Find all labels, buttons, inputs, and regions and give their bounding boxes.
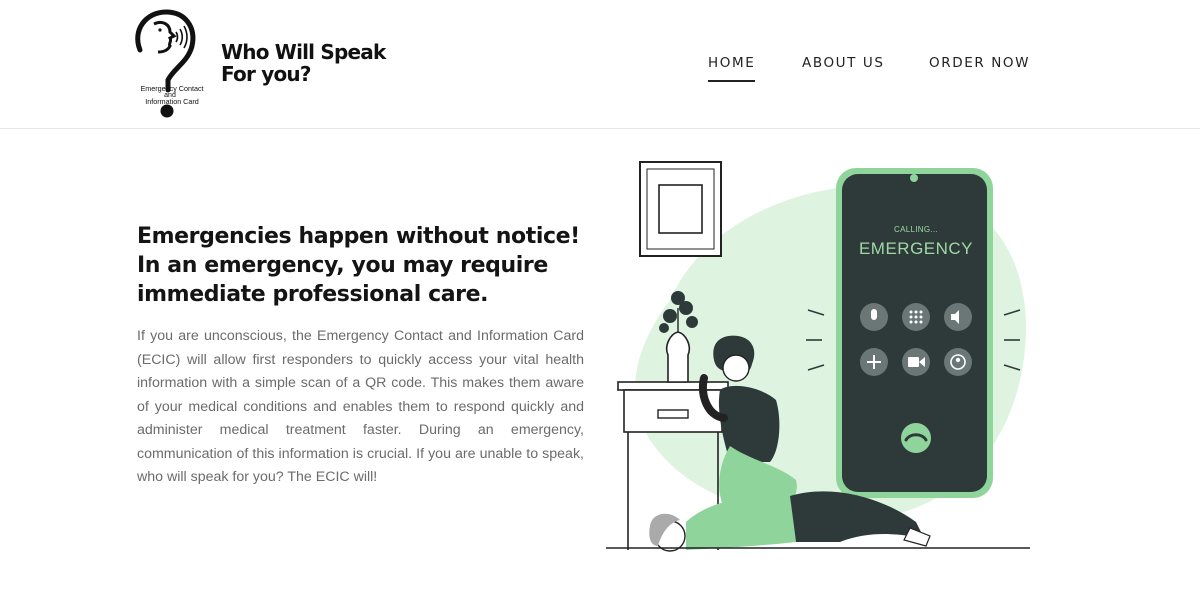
speaking-head-question-mark-icon: Emergency Contact and Information Card <box>135 9 204 118</box>
hero-body: If you are unconscious, the Emergency Co… <box>137 328 584 485</box>
smartphone: CALLING... EMERGENCY <box>836 168 993 498</box>
contact-icon <box>944 348 972 376</box>
nav-home[interactable]: HOME <box>708 55 756 82</box>
phone-caller-text: EMERGENCY <box>859 239 973 258</box>
phone-hangup-icon <box>901 423 931 453</box>
hero-heading: Emergencies happen without notice! In an… <box>137 224 580 307</box>
emergency-call-illustration: CALLING... EMERGENCY <box>600 150 1040 590</box>
add-call-icon <box>860 348 888 376</box>
nav-order-now[interactable]: ORDER NOW <box>929 55 1030 71</box>
picture-frame <box>639 161 722 257</box>
site-logo[interactable]: Emergency Contact and Information Card <box>128 8 218 120</box>
site-title-line-2[interactable]: For you? <box>221 63 411 85</box>
site-title[interactable]: Who Will Speak For you? <box>221 41 411 85</box>
site-title-line-1[interactable]: Who Will Speak <box>221 41 411 63</box>
video-icon <box>902 348 930 376</box>
logo-text-line-3: Information Card <box>145 97 199 106</box>
site-header: Emergency Contact and Information Card W… <box>0 0 1200 129</box>
speaker-icon <box>944 303 972 331</box>
nav-about-us[interactable]: ABOUT US <box>802 55 885 71</box>
main-nav: HOME ABOUT US ORDER NOW <box>700 55 1040 85</box>
phone-status-text: CALLING... <box>894 225 938 234</box>
microphone-icon <box>860 303 888 331</box>
keypad-icon <box>902 303 930 331</box>
